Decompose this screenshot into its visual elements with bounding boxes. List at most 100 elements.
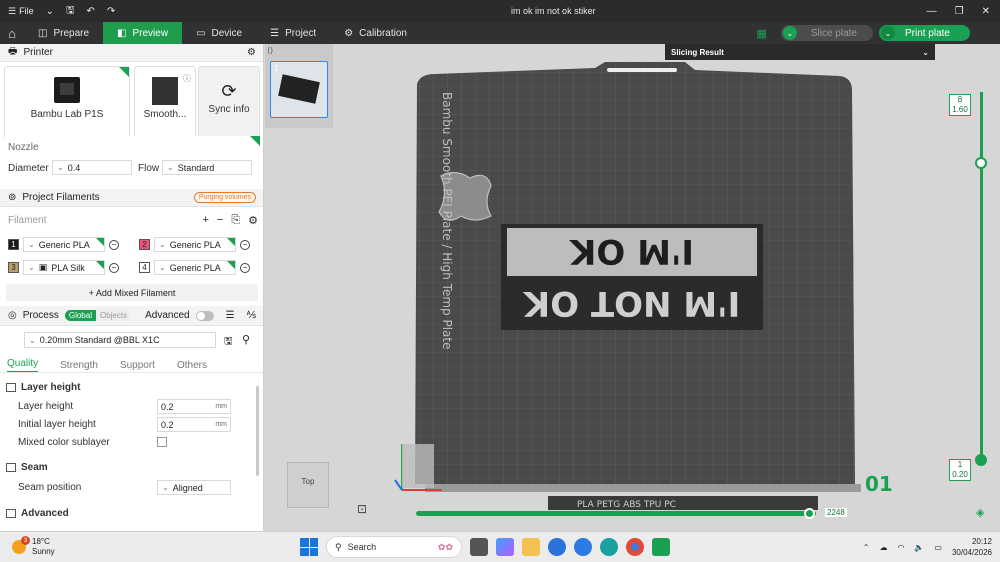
compare-icon[interactable]: ⅍ <box>247 310 256 321</box>
process-profile-select[interactable]: ⌄ 0.20mm Standard @BBL X1C <box>24 332 216 348</box>
remove-filament-icon[interactable]: − <box>109 239 119 250</box>
diameter-label: Diameter <box>8 163 49 174</box>
chevron-down-icon[interactable]: ⌄ <box>46 6 54 17</box>
undo-icon[interactable]: ↶ <box>87 6 95 17</box>
remove-filament-icon[interactable]: − <box>217 214 223 227</box>
remove-filament-icon[interactable]: − <box>109 262 119 273</box>
weather-widget[interactable]: 3 18°C Sunny <box>0 536 150 557</box>
bambu-studio-icon[interactable] <box>652 538 670 556</box>
process-scope-toggle[interactable]: Global Objects <box>64 310 132 321</box>
slice-dropdown-icon[interactable]: ⌄ <box>782 26 797 40</box>
layer-slider-bottom-handle[interactable] <box>975 454 987 466</box>
gcode-slider-handle[interactable] <box>804 508 815 519</box>
filament-select[interactable]: ⌄ Generic PLA <box>154 260 236 275</box>
info-icon[interactable]: ⓘ <box>183 73 191 84</box>
filament-settings-icon[interactable]: ⚙ <box>248 214 258 227</box>
slice-plate-button[interactable]: ⌄ Slice plate <box>780 25 873 41</box>
filament-swatch[interactable]: 4 <box>139 262 150 273</box>
printer-settings-icon[interactable]: ⚙ <box>247 47 256 58</box>
plate-view-icon[interactable]: ▦ <box>756 27 766 40</box>
remove-filament-icon[interactable]: − <box>240 239 250 250</box>
battery-icon[interactable]: ▭ <box>934 543 942 552</box>
filament-swatch[interactable]: 2 <box>139 239 150 250</box>
print-dropdown-icon[interactable]: ⌄ <box>880 26 895 40</box>
redo-icon[interactable]: ↷ <box>107 6 115 17</box>
device-icon: ▭ <box>196 27 206 39</box>
filament-slot-1[interactable]: 1 ⌄ Generic PLA − <box>8 237 119 252</box>
edge-icon[interactable] <box>600 538 618 556</box>
layers-icon[interactable]: ◈ <box>976 506 984 519</box>
plate-thumbnail-index: 1 <box>274 64 279 73</box>
add-filament-icon[interactable]: + <box>202 214 208 227</box>
tab-device[interactable]: ▭ Device <box>182 22 256 44</box>
filament-select[interactable]: ⌄ ▣ PLA Silk <box>23 260 105 275</box>
search-box[interactable]: ⚲ Search ✿✿ <box>326 536 462 558</box>
save-profile-icon[interactable]: 🖫 <box>224 334 233 351</box>
filament-slot-4[interactable]: 4 ⌄ Generic PLA − <box>139 260 250 275</box>
maximize-icon[interactable]: ❐ <box>955 6 964 17</box>
list-icon[interactable]: ☰ <box>226 310 235 321</box>
print-plate-button[interactable]: ⌄ Print plate <box>878 25 970 41</box>
teams-icon[interactable] <box>548 538 566 556</box>
tab-preview[interactable]: ◧ Preview <box>103 22 183 44</box>
tab-strength[interactable]: Strength <box>60 360 98 371</box>
tab-prepare[interactable]: ◫ Prepare <box>24 22 103 44</box>
file-menu[interactable]: ☰ File <box>8 6 34 17</box>
close-icon[interactable]: ✕ <box>982 6 990 17</box>
process-section-title: Process <box>22 310 59 321</box>
search-icon[interactable]: ⚲ <box>242 333 250 346</box>
advanced-toggle[interactable] <box>195 310 214 321</box>
tab-calibration[interactable]: ⚙ Calibration <box>330 22 421 44</box>
filament-select[interactable]: ⌄ Generic PLA <box>154 237 236 252</box>
layer-slider-top-handle[interactable] <box>975 157 987 169</box>
initial-layer-height-input[interactable]: 0.2 mm <box>157 417 231 432</box>
task-view-icon[interactable] <box>470 538 488 556</box>
view-cube[interactable]: Top <box>287 462 329 508</box>
objects-option[interactable]: Objects <box>95 310 132 321</box>
panel-scrollbar[interactable] <box>256 386 259 476</box>
layer-slider[interactable] <box>975 92 987 467</box>
3d-viewport[interactable]: I'M OK I'M NOT OK Bambu Smooth PEI Plate… <box>265 44 1000 531</box>
tray-chevron-icon[interactable]: ⌃ <box>863 543 870 552</box>
minimize-icon[interactable]: — <box>927 6 937 17</box>
global-option[interactable]: Global <box>64 310 96 321</box>
filament-sync-icon[interactable]: ⎘ <box>231 214 240 227</box>
tab-quality[interactable]: Quality <box>7 358 39 373</box>
file-explorer-icon[interactable] <box>522 538 540 556</box>
purging-volumes-button[interactable]: Purging volumes <box>193 192 256 203</box>
layer-height-input[interactable]: 0.2 mm <box>157 399 231 414</box>
cloud-icon[interactable]: ☁ <box>879 543 887 552</box>
remove-filament-icon[interactable]: − <box>240 262 250 273</box>
speaker-icon[interactable]: 🔈 <box>914 543 924 552</box>
chrome-icon[interactable] <box>626 538 644 556</box>
mixed-color-sublayer-checkbox[interactable] <box>157 437 167 447</box>
save-icon[interactable]: 🖫 <box>66 3 75 20</box>
fit-view-icon[interactable]: ⊡ <box>357 502 367 516</box>
filament-slot-3[interactable]: 3 ⌄ ▣ PLA Silk − <box>8 260 119 275</box>
gcode-slider[interactable] <box>416 508 816 519</box>
tab-project[interactable]: ☰ Project <box>256 22 330 44</box>
collapse-panel-icon[interactable]: ⟨⟩ <box>267 46 273 55</box>
filament-select[interactable]: ⌄ Generic PLA <box>23 237 105 252</box>
layer-height-group-title: Layer height <box>21 382 81 393</box>
home-icon[interactable]: ⌂ <box>0 22 24 44</box>
flow-select[interactable]: ⌄ Standard <box>162 160 252 175</box>
filament-swatch[interactable]: 3 <box>8 262 19 273</box>
filament-slot-2[interactable]: 2 ⌄ Generic PLA − <box>139 237 250 252</box>
layer-slider-track <box>980 92 983 462</box>
app-icon[interactable] <box>574 538 592 556</box>
start-icon[interactable] <box>300 538 318 556</box>
plate-thumbnail[interactable]: 1 <box>270 61 328 118</box>
copilot-icon[interactable] <box>496 538 514 556</box>
tab-others[interactable]: Others <box>177 360 207 371</box>
diameter-select[interactable]: ⌄ 0.4 <box>52 160 132 175</box>
filament-name: PLA Silk <box>51 262 85 273</box>
clock[interactable]: 20:12 30/04/2026 <box>952 536 992 558</box>
expand-chevron-icon[interactable]: ⌄ <box>922 48 929 57</box>
slicing-result-panel[interactable]: Slicing Result ⌄ <box>665 44 935 60</box>
add-mixed-filament-button[interactable]: + Add Mixed Filament <box>6 284 258 301</box>
tab-support[interactable]: Support <box>120 360 155 371</box>
wifi-icon[interactable]: ◠ <box>897 543 904 552</box>
seam-position-select[interactable]: ⌄ Aligned <box>157 480 231 495</box>
filament-swatch[interactable]: 1 <box>8 239 19 250</box>
